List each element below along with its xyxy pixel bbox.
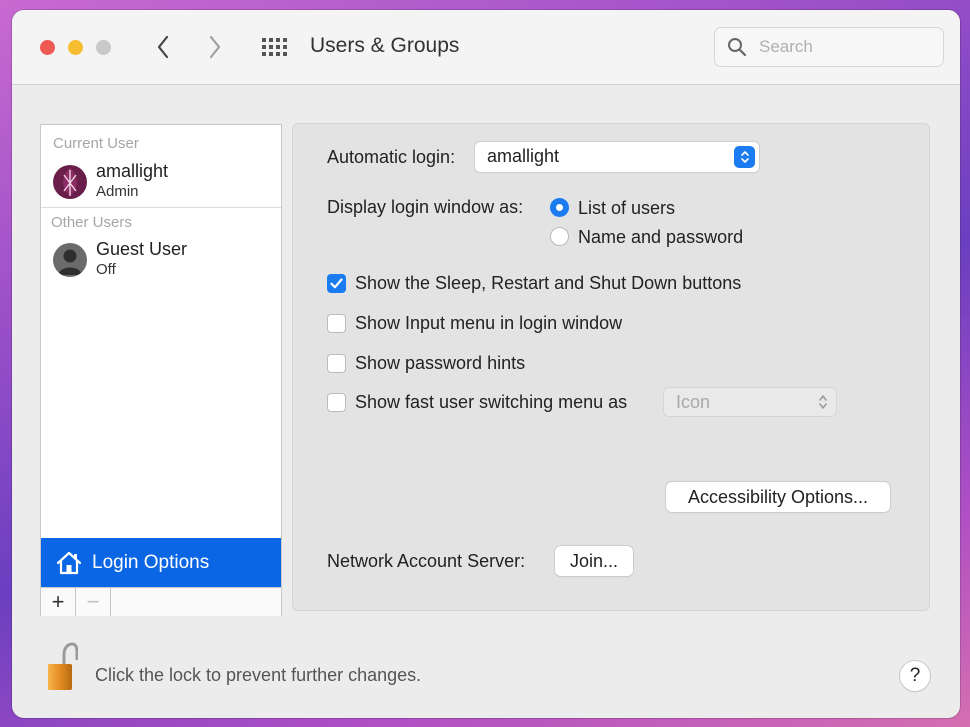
chevron-left-icon bbox=[157, 35, 169, 59]
checkbox-sleep-restart-label: Show the Sleep, Restart and Shut Down bu… bbox=[355, 273, 742, 293]
checkmark-icon bbox=[330, 278, 343, 289]
radio-name-and-password-label: Name and password bbox=[578, 227, 744, 247]
accessibility-options-button[interactable]: Accessibility Options... bbox=[666, 482, 890, 512]
network-account-server-label: Network Account Server: bbox=[327, 551, 526, 571]
user-name: Guest User bbox=[96, 239, 188, 259]
users-groups-window: Users & Groups Current User amallight Ad… bbox=[12, 10, 960, 718]
divider bbox=[41, 207, 281, 208]
grid-icon bbox=[262, 38, 287, 56]
radio-name-and-password[interactable] bbox=[550, 227, 569, 246]
automatic-login-label: Automatic login: bbox=[327, 147, 456, 167]
users-sidebar: Current User amallight Admin Other Users bbox=[40, 124, 282, 616]
remove-user-button[interactable]: − bbox=[76, 588, 111, 616]
chevron-right-icon bbox=[209, 35, 221, 59]
updown-arrows-icon bbox=[734, 146, 755, 168]
user-row-guest[interactable]: Guest User Off bbox=[41, 235, 281, 285]
sidebar-footer: + − bbox=[41, 587, 281, 616]
back-button[interactable] bbox=[150, 32, 176, 62]
display-as-label: Display login window as: bbox=[327, 197, 524, 217]
checkbox-input-menu[interactable] bbox=[327, 314, 346, 333]
house-icon bbox=[56, 551, 82, 574]
close-button[interactable] bbox=[40, 40, 55, 55]
checkbox-fast-user-switching[interactable] bbox=[327, 393, 346, 412]
search-icon bbox=[728, 38, 747, 57]
login-options-item[interactable]: Login Options bbox=[41, 538, 281, 587]
window-title: Users & Groups bbox=[310, 34, 460, 57]
forward-button[interactable] bbox=[202, 32, 228, 62]
show-all-button[interactable] bbox=[260, 36, 288, 58]
minimize-button[interactable] bbox=[68, 40, 83, 55]
fast-switch-style-select[interactable]: Icon bbox=[664, 388, 836, 416]
guest-avatar-icon bbox=[53, 243, 87, 277]
lock-message: Click the lock to prevent further change… bbox=[95, 665, 422, 685]
automatic-login-popup[interactable]: amallight bbox=[475, 142, 759, 172]
radio-list-of-users[interactable] bbox=[550, 198, 569, 217]
user-name: amallight bbox=[96, 161, 169, 181]
user-row-current[interactable]: amallight Admin bbox=[41, 157, 281, 207]
automatic-login-value: amallight bbox=[487, 146, 560, 166]
search-input[interactable] bbox=[757, 36, 931, 58]
titlebar: Users & Groups bbox=[12, 10, 960, 85]
checkbox-password-hints-label: Show password hints bbox=[355, 353, 526, 373]
radio-list-of-users-label: List of users bbox=[578, 198, 676, 218]
add-user-button[interactable]: + bbox=[41, 588, 76, 616]
other-users-heading: Other Users bbox=[51, 214, 132, 231]
login-options-panel: Automatic login: amallight Display login… bbox=[292, 123, 930, 611]
avatar bbox=[53, 165, 87, 199]
join-button[interactable]: Join... bbox=[555, 546, 633, 576]
user-role: Admin bbox=[96, 183, 139, 200]
checkbox-fast-user-switching-label: Show fast user switching menu as bbox=[355, 392, 628, 412]
current-user-heading: Current User bbox=[53, 135, 139, 152]
checkbox-sleep-restart[interactable] bbox=[327, 274, 346, 293]
updown-arrows-icon bbox=[819, 395, 827, 409]
help-button[interactable]: ? bbox=[900, 661, 930, 691]
user-avatar-icon bbox=[53, 165, 87, 199]
avatar bbox=[53, 243, 87, 277]
zoom-button[interactable] bbox=[96, 40, 111, 55]
checkbox-input-menu-label: Show Input menu in login window bbox=[355, 313, 623, 333]
user-role: Off bbox=[96, 261, 116, 278]
checkbox-password-hints[interactable] bbox=[327, 354, 346, 373]
unlocked-padlock-icon[interactable] bbox=[46, 642, 78, 692]
search-field[interactable] bbox=[714, 27, 944, 67]
login-options-label: Login Options bbox=[92, 551, 210, 573]
fast-switch-style-value: Icon bbox=[676, 392, 711, 412]
